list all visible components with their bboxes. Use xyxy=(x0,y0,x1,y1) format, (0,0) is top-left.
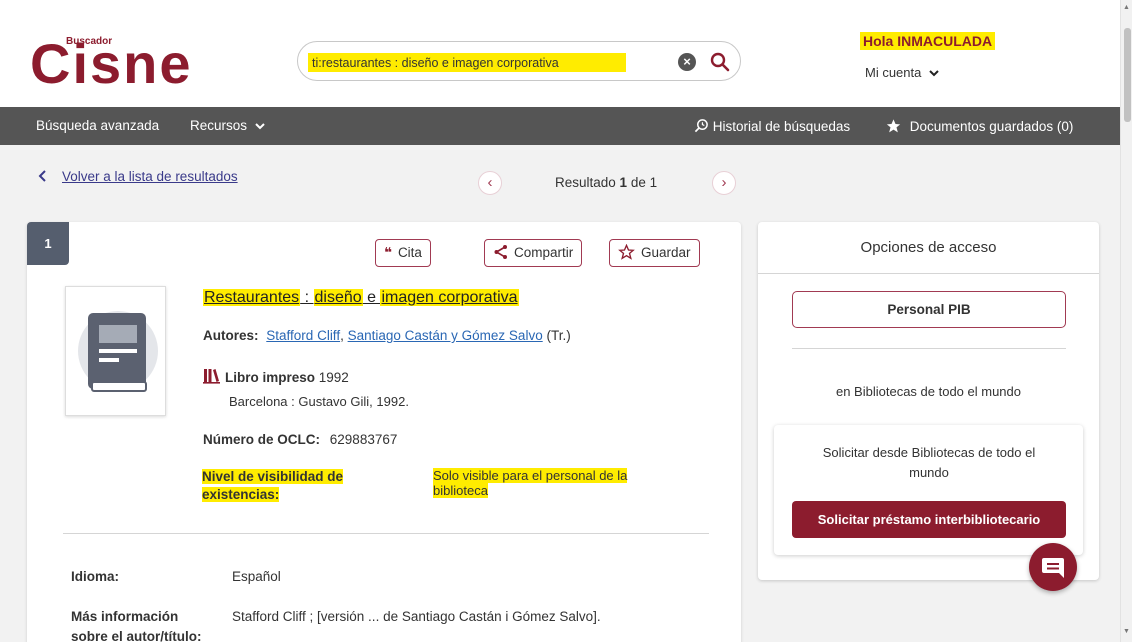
share-label: Compartir xyxy=(514,245,574,260)
header: Cisne Buscador × Hola INMACULADA Mi cuen… xyxy=(0,0,1120,107)
worldwide-note: en Bibliotecas de todo el mundo xyxy=(835,384,1021,399)
result-current: 1 xyxy=(619,175,628,190)
clear-icon: × xyxy=(683,54,691,69)
chat-button[interactable] xyxy=(1029,543,1077,591)
request-text-line-2: mundo xyxy=(909,465,949,480)
history-icon xyxy=(694,119,708,133)
chevron-down-icon xyxy=(255,123,265,130)
more-info-label-line-2: sobre el autor/título: xyxy=(71,629,202,642)
result-counter: Resultado 1 de 1 xyxy=(555,175,657,190)
result-number-badge: 1 xyxy=(27,222,69,265)
search-icon xyxy=(710,52,730,72)
visibility-label-line-2: existencias: xyxy=(202,487,280,502)
visibility-value-line-1: Solo visible para el personal de la xyxy=(433,468,628,483)
previous-result-button[interactable]: ‹ xyxy=(478,171,502,195)
share-button[interactable]: Compartir xyxy=(484,239,583,267)
chevron-left-icon[interactable] xyxy=(38,166,48,188)
account-label: Mi cuenta xyxy=(865,65,922,80)
clear-search-button[interactable]: × xyxy=(678,53,696,71)
record-title[interactable]: Restaurantes : diseño e imagen corporati… xyxy=(203,289,519,307)
scrollbar-thumb[interactable] xyxy=(1124,28,1131,122)
visibility-label: Nivel de visibilidad de existencias: xyxy=(202,468,362,504)
title-part-3: diseño xyxy=(313,289,363,306)
book-cover-placeholder xyxy=(65,286,166,416)
author-link-1[interactable]: Stafford Cliff xyxy=(266,328,340,343)
user-greeting: Hola INMACULADA xyxy=(860,32,996,50)
back-to-results-link[interactable]: Volver a la lista de resultados xyxy=(62,169,238,184)
chevron-down-icon xyxy=(929,70,939,77)
result-prefix: Resultado xyxy=(555,175,620,190)
cite-button[interactable]: ❝ Cita xyxy=(375,239,431,267)
nav-search-history-label: Historial de búsquedas xyxy=(712,119,851,134)
access-options-title: Opciones de acceso xyxy=(758,222,1099,274)
search-box: × xyxy=(297,41,741,81)
format-row: Libro impreso 1992 xyxy=(203,368,349,385)
nav-resources-label: Recursos xyxy=(190,118,248,133)
nav-search-history[interactable]: Historial de búsquedas xyxy=(694,118,850,134)
author-link-2[interactable]: Santiago Castán y Gómez Salvo xyxy=(348,328,543,343)
record-divider xyxy=(63,533,709,534)
save-label: Guardar xyxy=(641,245,691,260)
title-part-1: Restaurantes xyxy=(203,289,301,306)
title-part-4: e xyxy=(362,289,381,306)
author-role: (Tr.) xyxy=(542,328,571,343)
quote-icon: ❝ xyxy=(384,245,392,260)
interlibrary-loan-button[interactable]: Solicitar préstamo interbibliotecario xyxy=(792,501,1066,538)
oclc-label: Número de OCLC: xyxy=(203,432,321,447)
chat-icon xyxy=(1042,558,1064,578)
more-info-value: Stafford Cliff ; [versión ... de Santiag… xyxy=(232,609,601,624)
save-button[interactable]: Guardar xyxy=(609,239,700,267)
scroll-up-arrow-icon[interactable]: ▲ xyxy=(1123,4,1130,11)
nav-resources[interactable]: Recursos xyxy=(190,118,266,133)
cite-label: Cita xyxy=(397,245,422,260)
page-scrollbar[interactable]: ▲ ▼ xyxy=(1120,0,1132,642)
logo-small-text: Buscador xyxy=(66,36,113,47)
language-value: Español xyxy=(232,569,281,584)
visibility-label-line-1: Nivel de visibilidad de xyxy=(202,469,344,484)
cisne-logo[interactable]: Cisne Buscador xyxy=(30,30,220,92)
star-icon xyxy=(886,119,901,133)
request-text: Solicitar desde Bibliotecas de todo el m… xyxy=(794,443,1064,483)
oclc-value: 629883767 xyxy=(329,432,398,447)
search-input[interactable] xyxy=(308,53,626,72)
authors-label: Autores: xyxy=(203,328,259,343)
more-info-label: Más información sobre el autor/título: xyxy=(71,607,221,642)
chevron-left-icon: ‹ xyxy=(487,174,493,191)
request-text-line-1: Solicitar desde Bibliotecas de todo el xyxy=(822,445,1036,460)
more-info-label-line-1: Más información xyxy=(71,609,179,624)
title-part-5: imagen corporativa xyxy=(380,289,519,306)
next-result-button[interactable]: › xyxy=(712,171,736,195)
star-outline-icon xyxy=(618,243,635,260)
share-icon xyxy=(494,245,507,259)
format-year: 1992 xyxy=(315,370,349,385)
title-part-2: : xyxy=(300,289,314,306)
request-card: Solicitar desde Bibliotecas de todo el m… xyxy=(774,425,1083,555)
record-card: 1 ❝ Cita Compartir Guardar Restaurantes :… xyxy=(27,222,741,642)
visibility-value: Solo visible para el personal de la bibl… xyxy=(433,468,648,498)
nav-advanced-search[interactable]: Búsqueda avanzada xyxy=(36,118,159,133)
book-icon xyxy=(78,311,158,392)
access-divider xyxy=(792,348,1066,349)
account-menu[interactable]: Mi cuenta xyxy=(865,65,940,80)
books-icon xyxy=(203,369,220,384)
main-navbar: Búsqueda avanzada Recursos Historial de … xyxy=(0,107,1120,145)
access-options-panel: Opciones de acceso Personal PIB en Bibli… xyxy=(758,222,1099,580)
result-suffix: de 1 xyxy=(627,175,658,190)
nav-saved-documents[interactable]: Documentos guardados (0) xyxy=(885,118,1073,134)
scroll-down-arrow-icon[interactable]: ▼ xyxy=(1123,628,1130,635)
language-label: Idioma: xyxy=(71,569,120,584)
authors-row: Autores: Stafford Cliff, Santiago Castán… xyxy=(203,328,571,343)
publisher: Barcelona : Gustavo Gili, 1992. xyxy=(229,394,409,409)
author-separator: , xyxy=(340,328,348,343)
format-label: Libro impreso xyxy=(225,370,316,385)
nav-saved-documents-label: Documentos guardados (0) xyxy=(909,119,1074,134)
oclc-row: Número de OCLC: 629883767 xyxy=(203,432,397,447)
search-button[interactable] xyxy=(708,50,732,74)
chevron-right-icon: › xyxy=(721,174,727,191)
personal-pib-button[interactable]: Personal PIB xyxy=(792,291,1066,328)
visibility-value-line-2: biblioteca xyxy=(433,483,488,498)
